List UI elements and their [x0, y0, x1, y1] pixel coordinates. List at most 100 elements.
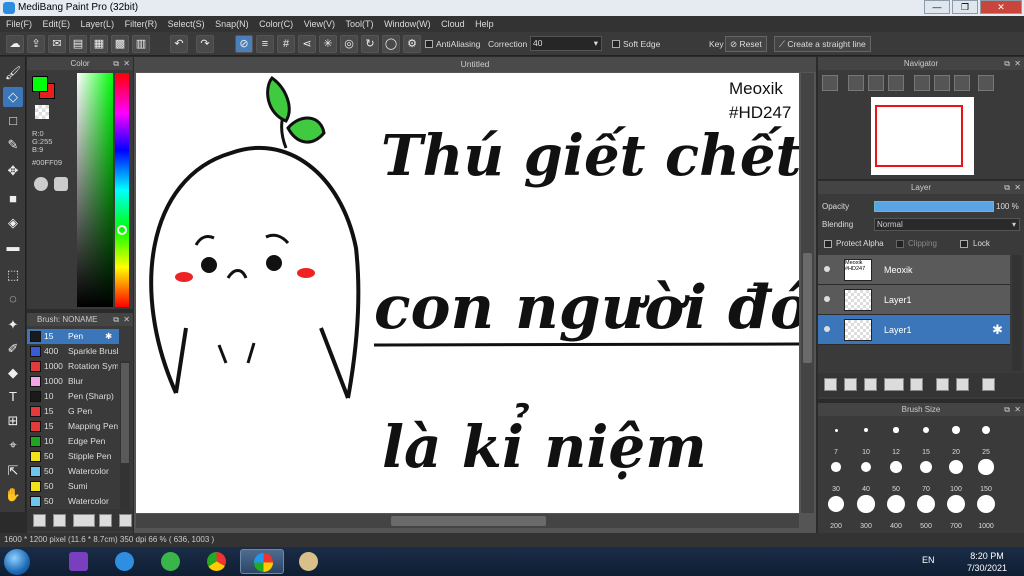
blending-select[interactable]: Normal ▾ — [874, 218, 1020, 231]
color-history-icon[interactable] — [54, 177, 68, 191]
rotate-right-icon[interactable] — [934, 75, 950, 91]
select-pen-icon[interactable]: ✐ — [3, 339, 23, 359]
comment-icon[interactable]: ✉ — [48, 35, 66, 53]
menu-snap[interactable]: Snap(N) — [211, 16, 253, 32]
brush-size-option[interactable]: 300 — [852, 494, 880, 530]
new-layer-icon[interactable] — [824, 378, 837, 391]
close-button[interactable]: ✕ — [980, 0, 1022, 14]
close-icon[interactable]: ✕ — [123, 57, 130, 70]
duplicate-brush-icon[interactable] — [99, 514, 112, 527]
duplicate-layer-icon[interactable] — [936, 378, 949, 391]
menu-layer[interactable]: Layer(L) — [77, 16, 119, 32]
snap-settings-icon[interactable]: ⚙ — [403, 35, 421, 53]
layer-row[interactable]: Meoxik #HD247 Meoxik — [818, 255, 1010, 285]
eraser-tool-icon[interactable]: ◇ — [3, 87, 23, 107]
new-halftone-layer-icon[interactable] — [844, 378, 857, 391]
reset-rotation-icon[interactable] — [954, 75, 970, 91]
float-icon[interactable]: ⧉ — [113, 57, 119, 70]
brush-size-option[interactable]: 1000 — [972, 494, 1000, 530]
vanish-snap-icon[interactable]: ⋖ — [298, 35, 316, 53]
menu-window[interactable]: Window(W) — [380, 16, 435, 32]
brush-item[interactable]: 400 Sparkle Brush — [27, 344, 119, 359]
folder-icon[interactable] — [910, 378, 923, 391]
select-eraser-icon[interactable]: ◆ — [3, 363, 23, 383]
taskbar-medibang[interactable] — [240, 549, 284, 574]
brush-item[interactable]: 50 Watercolor — [27, 464, 119, 479]
add-layer-menu-icon[interactable] — [884, 378, 904, 391]
brush-item[interactable]: 15 Pen ✱ — [27, 329, 119, 344]
visibility-icon[interactable] — [824, 296, 830, 302]
scrollbar-thumb[interactable] — [803, 253, 812, 363]
menu-color[interactable]: Color(C) — [255, 16, 297, 32]
soft-edge-checkbox[interactable] — [612, 40, 620, 48]
snap-off-icon[interactable]: ⊘ — [235, 35, 253, 53]
visibility-icon[interactable] — [824, 266, 830, 272]
canvas-tab[interactable]: Untitled — [134, 57, 816, 72]
redo-icon[interactable]: ↷ — [196, 35, 214, 53]
reset-button[interactable]: ⊘ Reset — [725, 36, 767, 52]
float-icon[interactable]: ⧉ — [1004, 403, 1010, 416]
navigator-viewport[interactable] — [875, 105, 963, 167]
flip-icon[interactable] — [978, 75, 994, 91]
float-icon[interactable]: ⧉ — [113, 313, 119, 326]
magic-wand-icon[interactable]: ✦ — [3, 315, 23, 335]
menu-filter[interactable]: Filter(R) — [121, 16, 162, 32]
brush-item[interactable]: 50 Stipple Pen — [27, 449, 119, 464]
brush-size-option[interactable]: 7 — [822, 420, 850, 456]
visibility-icon[interactable] — [824, 326, 830, 332]
transparent-color-swatch[interactable] — [35, 105, 49, 119]
cloud-brush-icon[interactable] — [33, 514, 46, 527]
close-icon[interactable]: ✕ — [123, 313, 130, 326]
vertical-scrollbar[interactable] — [801, 73, 814, 513]
curve-snap-icon[interactable]: ↻ — [361, 35, 379, 53]
brush-size-option[interactable]: 10 — [852, 420, 880, 456]
clock[interactable]: 8:20 PM 7/30/2021 — [952, 550, 1022, 574]
cross-snap-icon[interactable]: # — [277, 35, 295, 53]
brush-item[interactable]: 15 Mapping Pen — [27, 419, 119, 434]
rotate-left-icon[interactable] — [914, 75, 930, 91]
lasso-icon[interactable]: ◌ — [3, 289, 23, 309]
brush-item[interactable]: 10 Edge Pen — [27, 434, 119, 449]
menu-view[interactable]: View(V) — [300, 16, 339, 32]
page-icon[interactable]: ▤ — [69, 35, 87, 53]
hue-slider[interactable] — [115, 73, 129, 307]
rect-fill-icon[interactable]: ■ — [3, 189, 23, 209]
parallel-snap-icon[interactable]: ≡ — [256, 35, 274, 53]
opacity-slider[interactable] — [874, 201, 994, 212]
layer-scrollbar[interactable] — [1012, 255, 1022, 371]
brush-tool-icon[interactable]: 🖌 — [3, 63, 23, 83]
protect-alpha-checkbox[interactable] — [824, 240, 832, 248]
operation-tool-icon[interactable]: ⇱ — [3, 461, 23, 481]
scrollbar-thumb[interactable] — [391, 516, 546, 526]
menu-tool[interactable]: Tool(T) — [342, 16, 378, 32]
new-brush-icon[interactable] — [53, 514, 66, 527]
layer-row[interactable]: Layer1 ✱ — [818, 315, 1010, 345]
brush-item[interactable]: 50 Sumi — [27, 479, 119, 494]
antialiasing-checkbox[interactable] — [425, 40, 433, 48]
horizontal-scrollbar[interactable] — [136, 514, 799, 528]
scrollbar-thumb[interactable] — [121, 363, 129, 463]
brush-item[interactable]: 1000 Rotation Sym — [27, 359, 119, 374]
brush-size-option[interactable]: 700 — [942, 494, 970, 530]
brush-item[interactable]: 10 Pen (Sharp) — [27, 389, 119, 404]
hue-handle[interactable] — [117, 225, 127, 235]
menu-help[interactable]: Help — [471, 16, 498, 32]
brush-size-option[interactable]: 500 — [912, 494, 940, 530]
taskbar-internet-explorer[interactable] — [102, 549, 146, 574]
layer-row[interactable]: Layer1 — [818, 285, 1010, 315]
taskbar-visual-studio[interactable] — [56, 549, 100, 574]
palette-icon[interactable] — [34, 177, 48, 191]
brush-size-option[interactable]: 15 — [912, 420, 940, 456]
menu-cloud[interactable]: Cloud — [437, 16, 469, 32]
brush-size-option[interactable]: 25 — [972, 420, 1000, 456]
select-rect-icon[interactable]: ⬚ — [3, 265, 23, 285]
minimize-button[interactable]: — — [924, 0, 950, 14]
taskbar-paint[interactable] — [286, 549, 330, 574]
menu-file[interactable]: File(F) — [0, 16, 36, 32]
brush-size-option[interactable]: 400 — [882, 494, 910, 530]
float-icon[interactable]: ⧉ — [1004, 57, 1010, 70]
lock-checkbox[interactable] — [960, 240, 968, 248]
language-indicator[interactable]: EN — [922, 555, 935, 565]
brush-item[interactable]: 1000 Blur — [27, 374, 119, 389]
brush-size-option[interactable]: 200 — [822, 494, 850, 530]
